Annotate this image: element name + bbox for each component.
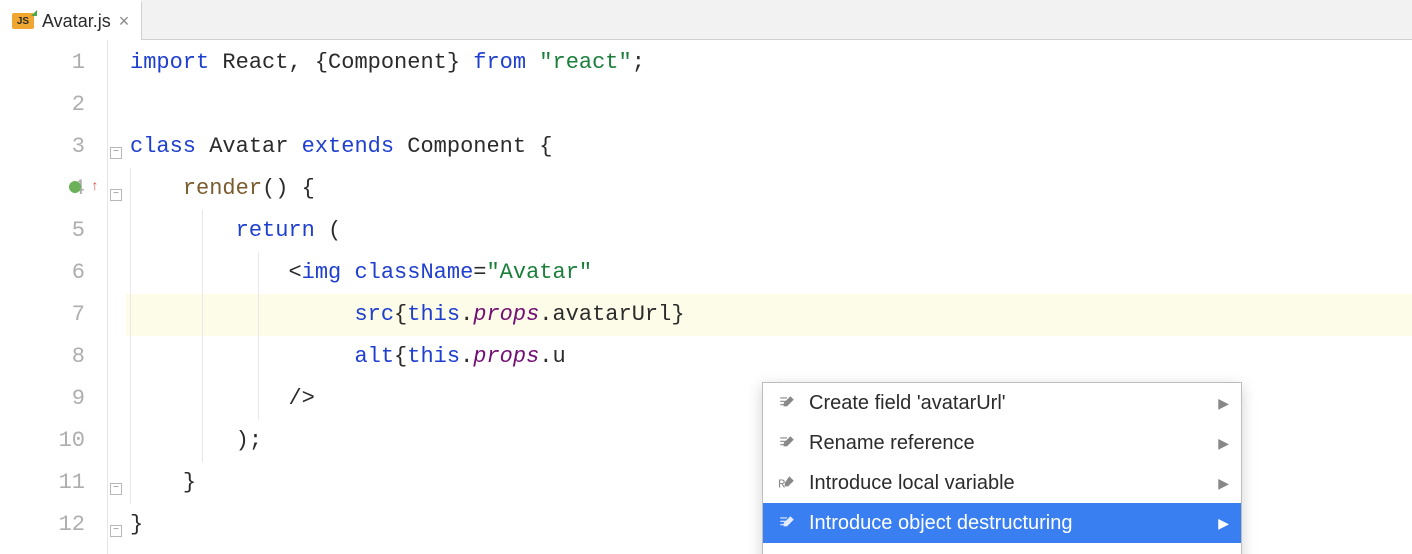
line-number: 12 bbox=[0, 502, 85, 544]
line-number: 3 bbox=[0, 124, 85, 166]
tab-bar: JS Avatar.js × bbox=[0, 0, 1412, 40]
fold-toggle-icon[interactable]: − bbox=[110, 483, 122, 495]
line-number: 8 bbox=[0, 334, 85, 376]
code-line[interactable]: <img className="Avatar" bbox=[126, 252, 1412, 294]
line-number: 5 bbox=[0, 208, 85, 250]
pencil-icon bbox=[777, 434, 797, 452]
menu-item-create-field[interactable]: Create field 'avatarUrl' ▶ bbox=[763, 383, 1241, 423]
js-file-icon: JS bbox=[12, 13, 34, 29]
menu-item-label: Introduce object destructuring bbox=[809, 502, 1227, 544]
menu-item-label: Create field 'avatarUrl' bbox=[809, 382, 1227, 424]
pencil-icon bbox=[777, 394, 797, 412]
chevron-right-icon: ▶ bbox=[1218, 382, 1229, 424]
line-number: 4 ↑ bbox=[0, 166, 85, 208]
refactor-icon: R bbox=[777, 474, 797, 492]
menu-item-label: Introduce local variable bbox=[809, 462, 1227, 504]
code-line[interactable]: alt{this.props.u bbox=[126, 336, 1412, 378]
tab-filename: Avatar.js bbox=[42, 11, 111, 32]
chevron-right-icon: ▶ bbox=[1218, 422, 1229, 464]
intention-actions-menu: Create field 'avatarUrl' ▶ Rename refere… bbox=[762, 382, 1242, 554]
code-editor[interactable]: 1 2 3 4 ↑ 5 6 7 8 9 10 11 12 − − − − imp… bbox=[0, 40, 1412, 554]
code-line[interactable]: class Avatar extends Component { bbox=[126, 126, 1412, 168]
chevron-right-icon: ▶ bbox=[1218, 462, 1229, 504]
menu-item-rename-reference[interactable]: Rename reference ▶ bbox=[763, 423, 1241, 463]
fold-column: − − − − bbox=[108, 40, 126, 554]
code-line[interactable] bbox=[126, 84, 1412, 126]
arrow-up-icon: ↑ bbox=[91, 166, 99, 208]
menu-item-introduce-local-variable[interactable]: R Introduce local variable ▶ bbox=[763, 463, 1241, 503]
line-number: 2 bbox=[0, 82, 85, 124]
chevron-right-icon: ▶ bbox=[1218, 502, 1229, 544]
code-line[interactable]: import React, {Component} from "react"; bbox=[126, 42, 1412, 84]
line-number: 10 bbox=[0, 418, 85, 460]
line-number: 6 bbox=[0, 250, 85, 292]
fold-toggle-icon[interactable]: − bbox=[110, 189, 122, 201]
menu-item-label: Replace with indexer access bbox=[809, 542, 1227, 554]
chevron-right-icon: ▶ bbox=[1218, 542, 1229, 554]
code-area[interactable]: import React, {Component} from "react"; … bbox=[126, 40, 1412, 554]
pencil-icon bbox=[777, 514, 797, 532]
override-gutter-icon[interactable] bbox=[69, 181, 81, 193]
code-line[interactable]: render() { bbox=[126, 168, 1412, 210]
close-tab-icon[interactable]: × bbox=[119, 11, 130, 32]
fold-toggle-icon[interactable]: − bbox=[110, 147, 122, 159]
editor-tab[interactable]: JS Avatar.js × bbox=[0, 0, 142, 39]
code-line[interactable]: return ( bbox=[126, 210, 1412, 252]
menu-item-replace-with-indexer-access[interactable]: Replace with indexer access ▶ bbox=[763, 543, 1241, 554]
line-number: 11 bbox=[0, 460, 85, 502]
fold-toggle-icon[interactable]: − bbox=[110, 525, 122, 537]
line-number: 1 bbox=[0, 40, 85, 82]
menu-item-label: Rename reference bbox=[809, 422, 1227, 464]
line-number: 7 bbox=[0, 292, 85, 334]
line-number: 9 bbox=[0, 376, 85, 418]
code-line[interactable]: src{this.props.avatarUrl} bbox=[126, 294, 1412, 336]
line-number-gutter: 1 2 3 4 ↑ 5 6 7 8 9 10 11 12 bbox=[0, 40, 108, 554]
menu-item-introduce-object-destructuring[interactable]: Introduce object destructuring ▶ bbox=[763, 503, 1241, 543]
